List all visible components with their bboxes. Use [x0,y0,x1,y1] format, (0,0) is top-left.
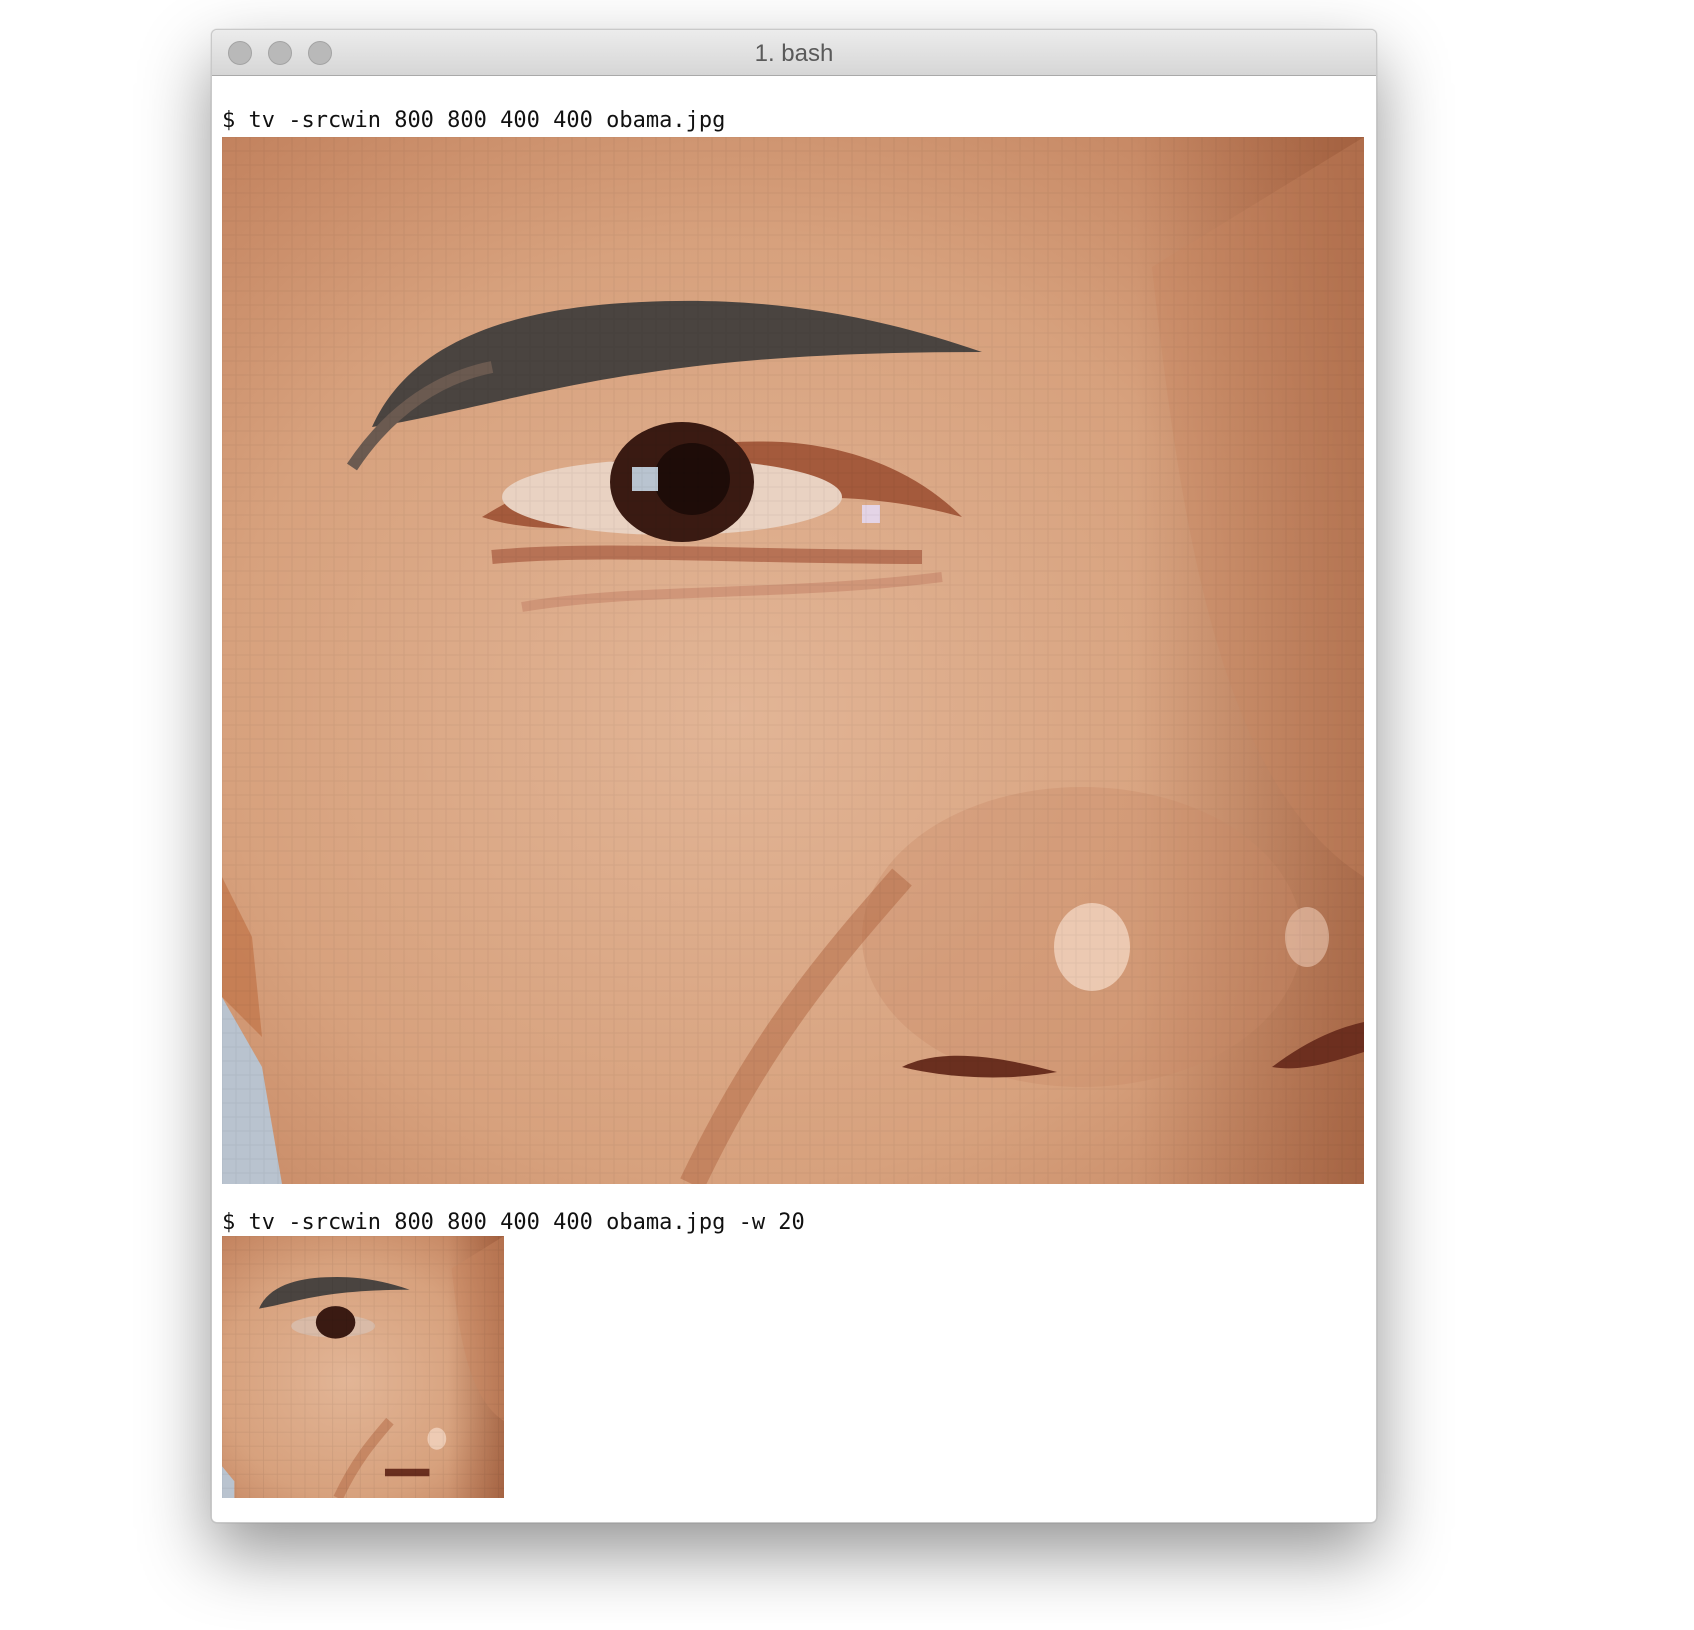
command-line: $ tv -srcwin 800 800 400 400 obama.jpg [222,107,725,135]
window-title: 1. bash [754,40,834,67]
command-text: tv -srcwin 800 800 400 400 obama.jpg -w … [248,1210,805,1235]
face-closeup-thumbnail [222,1236,504,1498]
prompt-symbol: $ [222,1210,236,1235]
rendered-image-large [222,137,1364,1184]
face-closeup-image [222,137,1364,1184]
title-bar[interactable]: 1. bash [212,30,1376,76]
terminal-content[interactable]: $ tv -srcwin 800 800 400 400 obama.jpg $… [212,76,1376,1522]
command-text: tv -srcwin 800 800 400 400 obama.jpg [248,108,726,133]
terminal-window: 1. bash $ tv -srcwin 800 800 400 400 oba… [211,29,1377,1523]
prompt-symbol: $ [222,108,236,133]
rendered-image-small [222,1236,504,1498]
command-line: $ tv -srcwin 800 800 400 400 obama.jpg -… [222,1209,805,1237]
